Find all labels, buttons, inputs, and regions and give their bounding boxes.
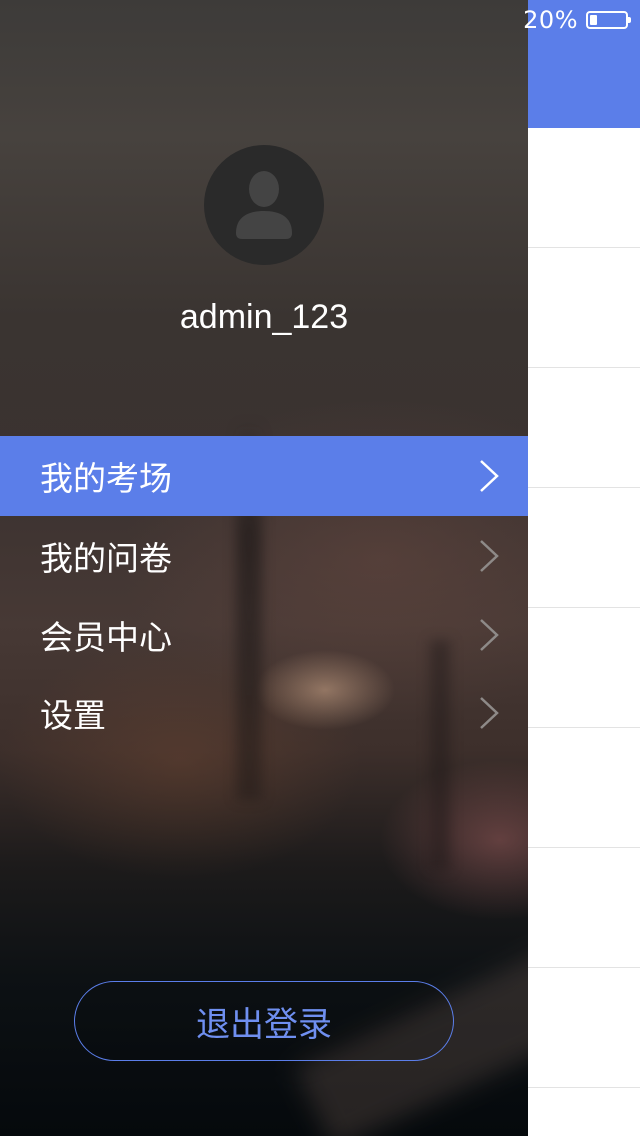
chevron-right-icon (480, 619, 499, 651)
status-bar: 20% (523, 0, 640, 40)
list-item[interactable] (528, 488, 640, 608)
menu-item-label: 设置 (40, 696, 106, 735)
chevron-right-icon (480, 540, 499, 572)
drawer-menu: 我的考场 我的问卷 会员中心 设置 (0, 436, 528, 752)
main-content-list[interactable] (528, 128, 640, 1136)
menu-item-settings[interactable]: 设置 (0, 674, 528, 752)
user-silhouette-icon (236, 171, 292, 239)
list-item[interactable] (528, 608, 640, 728)
list-item[interactable] (528, 128, 640, 248)
menu-item-label: 我的考场 (40, 459, 172, 498)
list-item[interactable] (528, 248, 640, 368)
menu-item-label: 会员中心 (40, 618, 172, 657)
chevron-right-icon (480, 697, 499, 729)
menu-item-label: 我的问卷 (40, 539, 172, 578)
menu-item-my-surveys[interactable]: 我的问卷 (0, 516, 528, 596)
battery-percent: 20% (523, 6, 578, 34)
battery-icon (586, 11, 631, 29)
menu-item-my-exams[interactable]: 我的考场 (0, 436, 528, 516)
menu-item-member-center[interactable]: 会员中心 (0, 596, 528, 674)
avatar[interactable] (204, 145, 324, 265)
list-item[interactable] (528, 368, 640, 488)
side-drawer: admin_123 我的考场 我的问卷 会员中心 设置 退出登录 (0, 0, 528, 1136)
chevron-right-icon (480, 460, 499, 492)
logout-button[interactable]: 退出登录 (74, 981, 454, 1061)
username: admin_123 (179, 298, 349, 336)
battery-fill (590, 15, 597, 25)
list-item[interactable] (528, 848, 640, 968)
app-screen: 20% admin_123 我的考场 我的问卷 会员中心 设置 退出登录 (0, 0, 640, 1136)
list-item[interactable] (528, 728, 640, 848)
list-item[interactable] (528, 968, 640, 1088)
